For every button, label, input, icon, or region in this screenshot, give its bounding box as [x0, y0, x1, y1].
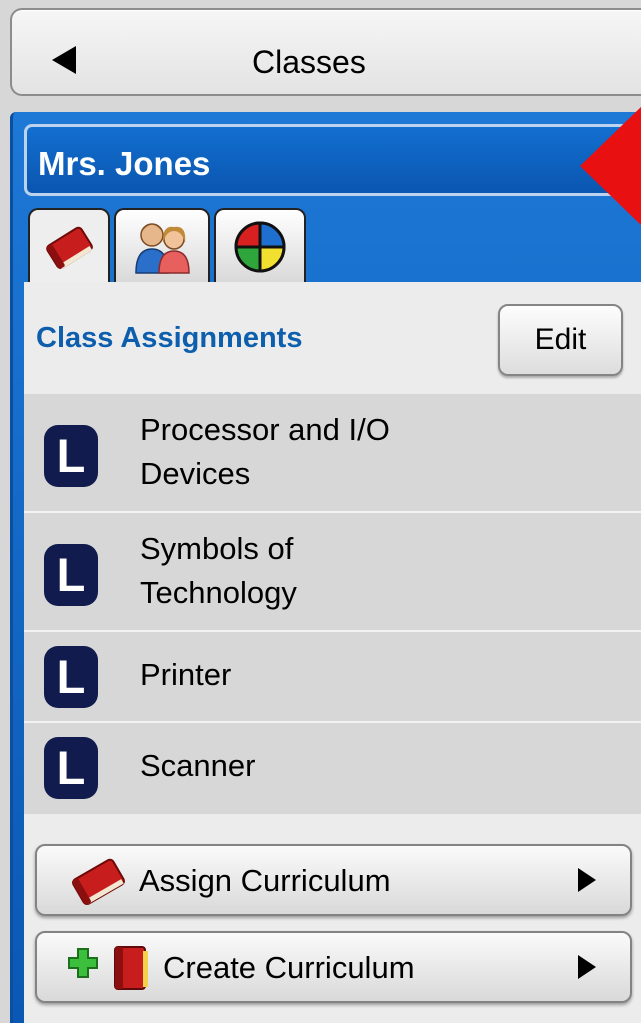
list-item[interactable]: L Printer: [24, 632, 641, 723]
lesson-icon: L: [44, 737, 98, 799]
assignment-label: Printer: [140, 657, 232, 692]
assignment-list: L Processor and I/O Devices L Symbols of…: [24, 394, 641, 814]
chevron-right-icon: [578, 868, 596, 892]
back-to-classes-button[interactable]: Classes: [10, 8, 641, 96]
edit-button[interactable]: Edit: [498, 304, 623, 376]
list-item[interactable]: L Scanner: [24, 723, 641, 814]
section-title: Class Assignments: [36, 322, 303, 354]
students-icon: [135, 223, 190, 274]
tab-assignments[interactable]: [28, 208, 110, 284]
class-selector[interactable]: Mrs. Jones: [24, 124, 641, 196]
tab-reports[interactable]: [214, 208, 306, 284]
class-name: Mrs. Jones: [38, 145, 211, 182]
lesson-icon: L: [44, 646, 98, 708]
assignment-label: Symbols of Technology: [140, 531, 297, 610]
back-arrow-icon: [52, 46, 76, 74]
plus-icon: [68, 948, 98, 978]
assignment-label: Processor and I/O Devices: [140, 412, 390, 491]
list-item[interactable]: L Processor and I/O Devices: [24, 394, 641, 513]
assign-curriculum-label: Assign Curriculum: [139, 863, 391, 898]
pie-chart-icon: [234, 221, 286, 273]
page-title: Classes: [252, 44, 366, 80]
book-icon: [46, 226, 93, 270]
red-arrow-marker: [580, 96, 641, 226]
assignment-label: Scanner: [140, 748, 256, 783]
book-icon: [72, 858, 125, 906]
lesson-icon: L: [44, 544, 98, 606]
assign-curriculum-button[interactable]: Assign Curriculum: [35, 844, 632, 916]
book-icon: [114, 946, 148, 990]
tab-students[interactable]: [114, 208, 210, 284]
create-curriculum-label: Create Curriculum: [163, 950, 415, 985]
lesson-icon: L: [44, 425, 98, 487]
chevron-right-icon: [578, 955, 596, 979]
create-curriculum-button[interactable]: Create Curriculum: [35, 931, 632, 1003]
list-item[interactable]: L Symbols of Technology: [24, 513, 641, 632]
